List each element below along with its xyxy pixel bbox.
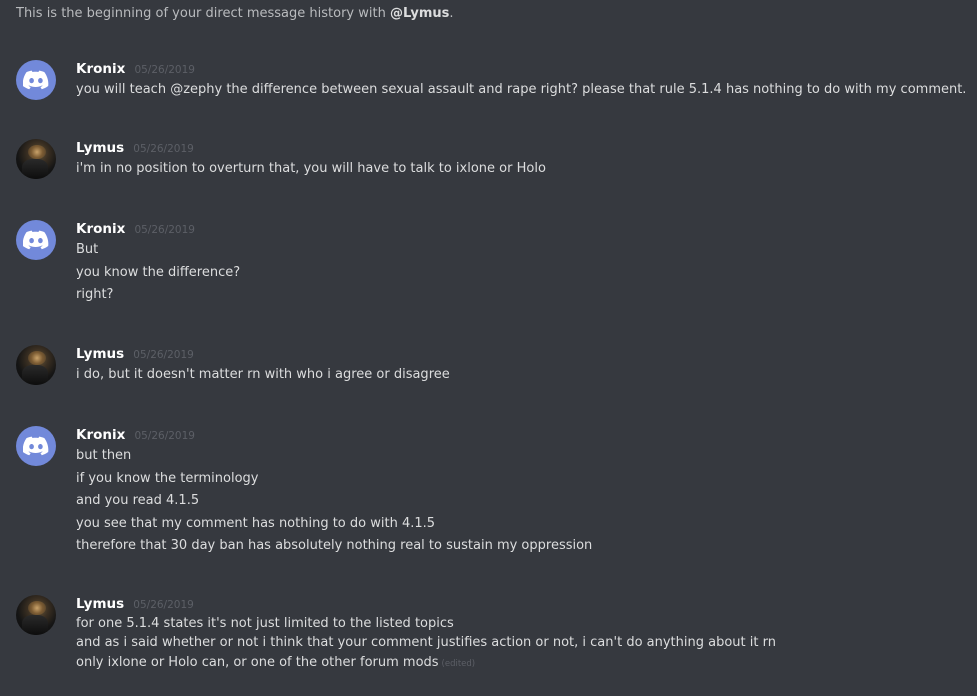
- message-header: Lymus 05/26/2019: [76, 593, 194, 612]
- user-photo-avatar[interactable]: [16, 595, 56, 635]
- timestamp: 05/26/2019: [133, 349, 194, 361]
- message-header: Lymus 05/26/2019: [76, 137, 194, 156]
- username[interactable]: Kronix: [76, 61, 125, 77]
- intro-suffix: .: [449, 6, 454, 21]
- message-text: i do, but it doesn't matter rn with who …: [76, 367, 450, 382]
- discord-logo-icon[interactable]: [16, 426, 56, 466]
- username[interactable]: Lymus: [76, 140, 124, 156]
- discord-logo-icon: [23, 230, 49, 250]
- message-content: i do, but it doesn't matter rn with who …: [76, 364, 961, 387]
- message-text: if you know the terminology: [76, 470, 259, 486]
- message-text: and as i said whether or not i think tha…: [76, 635, 776, 651]
- message-text: you know the difference?: [76, 264, 241, 280]
- edited-label: (edited): [441, 658, 476, 669]
- message-content: But you know the difference? right?: [76, 239, 961, 307]
- username[interactable]: Kronix: [76, 221, 125, 237]
- message-text: i'm in no position to overturn that, you…: [76, 161, 546, 176]
- avatar-highlight: [28, 601, 46, 615]
- message-text: you will teach @zephy the difference bet…: [76, 82, 967, 97]
- timestamp: 05/26/2019: [133, 599, 194, 611]
- discord-logo-icon: [23, 436, 49, 456]
- message-content: you will teach @zephy the difference bet…: [76, 79, 967, 102]
- avatar-figure: [22, 615, 48, 635]
- intro-username[interactable]: @Lymus: [390, 6, 449, 21]
- message-text: therefore that 30 day ban has absolutely…: [76, 538, 593, 554]
- user-photo-avatar[interactable]: [16, 345, 56, 385]
- username[interactable]: Lymus: [76, 596, 124, 612]
- avatar-highlight: [28, 351, 46, 365]
- discord-logo-icon[interactable]: [16, 220, 56, 260]
- timestamp: 05/26/2019: [134, 64, 195, 76]
- dm-history-intro: This is the beginning of your direct mes…: [16, 6, 454, 21]
- avatar-figure: [22, 159, 48, 179]
- message-text-last: only ixlone or Holo can, or one of the o…: [76, 653, 961, 674]
- message-content: but then if you know the terminology and…: [76, 445, 961, 558]
- discord-logo-icon[interactable]: [16, 60, 56, 100]
- message-header: Kronix 05/26/2019: [76, 58, 195, 77]
- timestamp: 05/26/2019: [134, 430, 195, 442]
- message-text: for one 5.1.4 states it's not just limit…: [76, 616, 454, 631]
- user-photo-avatar[interactable]: [16, 139, 56, 179]
- message-text: only ixlone or Holo can, or one of the o…: [76, 654, 439, 670]
- message-text: you see that my comment has nothing to d…: [76, 515, 436, 531]
- message-text: But: [76, 242, 99, 257]
- message-content: i'm in no position to overturn that, you…: [76, 158, 961, 181]
- timestamp: 05/26/2019: [133, 143, 194, 155]
- timestamp: 05/26/2019: [134, 224, 195, 236]
- username[interactable]: Lymus: [76, 346, 124, 362]
- avatar-figure: [22, 365, 48, 385]
- message-content: for one 5.1.4 states it's not just limit…: [76, 614, 961, 674]
- username[interactable]: Kronix: [76, 427, 125, 443]
- message-text: and you read 4.1.5: [76, 493, 200, 509]
- message-header: Lymus 05/26/2019: [76, 343, 194, 362]
- intro-text: This is the beginning of your direct mes…: [16, 6, 390, 21]
- avatar-highlight: [28, 145, 46, 159]
- message-header: Kronix 05/26/2019: [76, 424, 195, 443]
- message-header: Kronix 05/26/2019: [76, 218, 195, 237]
- message-text: but then: [76, 448, 132, 463]
- discord-logo-icon: [23, 70, 49, 90]
- message-text: right?: [76, 287, 114, 303]
